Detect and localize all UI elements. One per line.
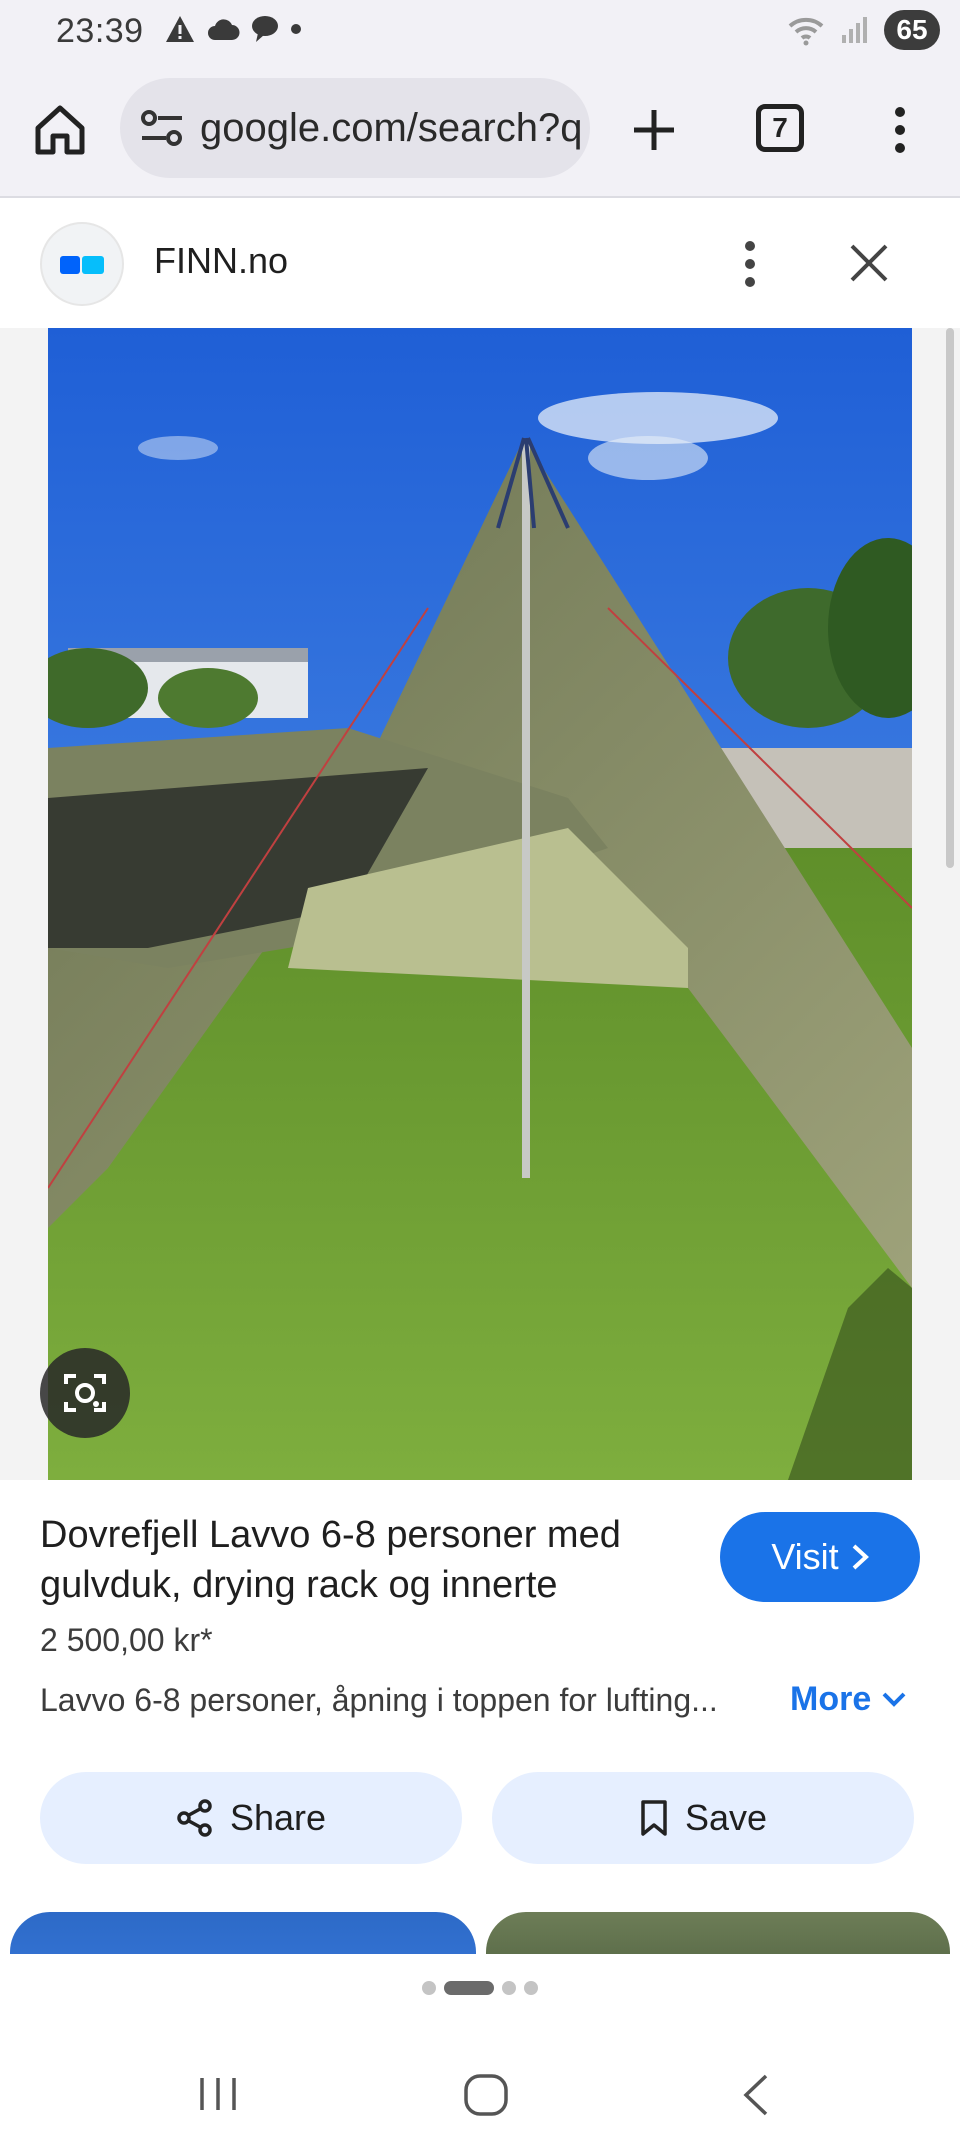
close-icon[interactable]	[846, 240, 892, 286]
listing-description: Lavvo 6-8 personer, åpning i toppen for …	[40, 1682, 718, 1718]
chevron-right-icon	[852, 1544, 869, 1570]
notification-icons	[164, 14, 302, 44]
source-name[interactable]: FINN.no	[154, 240, 288, 282]
battery-indicator: 65	[884, 10, 940, 50]
carousel-dot[interactable]	[502, 1981, 516, 1995]
signal-icon	[842, 17, 867, 43]
carousel-dots	[0, 1976, 960, 2000]
listing-title[interactable]: Dovrefjell Lavvo 6-8 personer med gulvdu…	[40, 1510, 700, 1610]
more-label: More	[790, 1680, 872, 1718]
source-more-icon[interactable]	[730, 238, 770, 290]
dot-icon	[291, 24, 301, 34]
bookmark-icon	[641, 1800, 667, 1836]
new-tab-icon[interactable]	[628, 104, 680, 156]
wifi-icon	[788, 17, 824, 46]
chat-icon	[252, 16, 278, 42]
status-bar: 23:39 65	[0, 0, 960, 64]
image-viewer	[0, 328, 960, 1480]
system-nav-bar	[0, 2030, 960, 2140]
back-icon[interactable]	[740, 2072, 770, 2118]
related-thumbnail[interactable]	[486, 1912, 950, 1954]
carousel-dot-active[interactable]	[444, 1981, 494, 1995]
tent-photo[interactable]	[48, 328, 912, 1480]
visit-button[interactable]: Visit	[720, 1512, 920, 1602]
share-icon	[177, 1799, 212, 1837]
carousel-dot[interactable]	[422, 1981, 436, 1995]
cloud-icon	[208, 19, 240, 40]
browser-toolbar: google.com/search?q 7	[0, 64, 960, 198]
more-button[interactable]: More	[790, 1680, 907, 1719]
save-button[interactable]: Save	[492, 1772, 914, 1864]
finn-logo	[40, 222, 124, 306]
home-icon[interactable]	[32, 102, 88, 158]
system-icons: 65	[786, 10, 940, 50]
recent-apps-icon[interactable]	[196, 2074, 240, 2114]
source-header: FINN.no	[0, 198, 960, 328]
save-label: Save	[684, 1797, 768, 1838]
site-settings-icon[interactable]	[140, 108, 184, 148]
home-circle-icon[interactable]	[462, 2072, 510, 2118]
listing-price: 2 500,00 kr*	[40, 1622, 213, 1658]
related-thumbnail[interactable]	[10, 1912, 476, 1954]
tabs-icon[interactable]: 7	[756, 104, 804, 152]
scrollbar[interactable]	[946, 328, 954, 868]
url-text: google.com/search?q	[200, 106, 580, 150]
lens-icon	[64, 1374, 106, 1412]
status-time: 23:39	[56, 12, 144, 50]
chevron-down-icon	[882, 1692, 906, 1707]
more-vert-icon[interactable]	[880, 104, 920, 156]
related-images	[0, 1912, 960, 1954]
share-button[interactable]: Share	[40, 1772, 462, 1864]
share-label: Share	[229, 1797, 327, 1838]
warning-icon	[166, 16, 194, 42]
listing-details: Dovrefjell Lavvo 6-8 personer med gulvdu…	[0, 1480, 960, 1950]
carousel-dot[interactable]	[524, 1981, 538, 1995]
visit-label: Visit	[771, 1536, 839, 1577]
lens-button[interactable]	[40, 1348, 130, 1438]
address-bar[interactable]: google.com/search?q	[120, 78, 590, 178]
